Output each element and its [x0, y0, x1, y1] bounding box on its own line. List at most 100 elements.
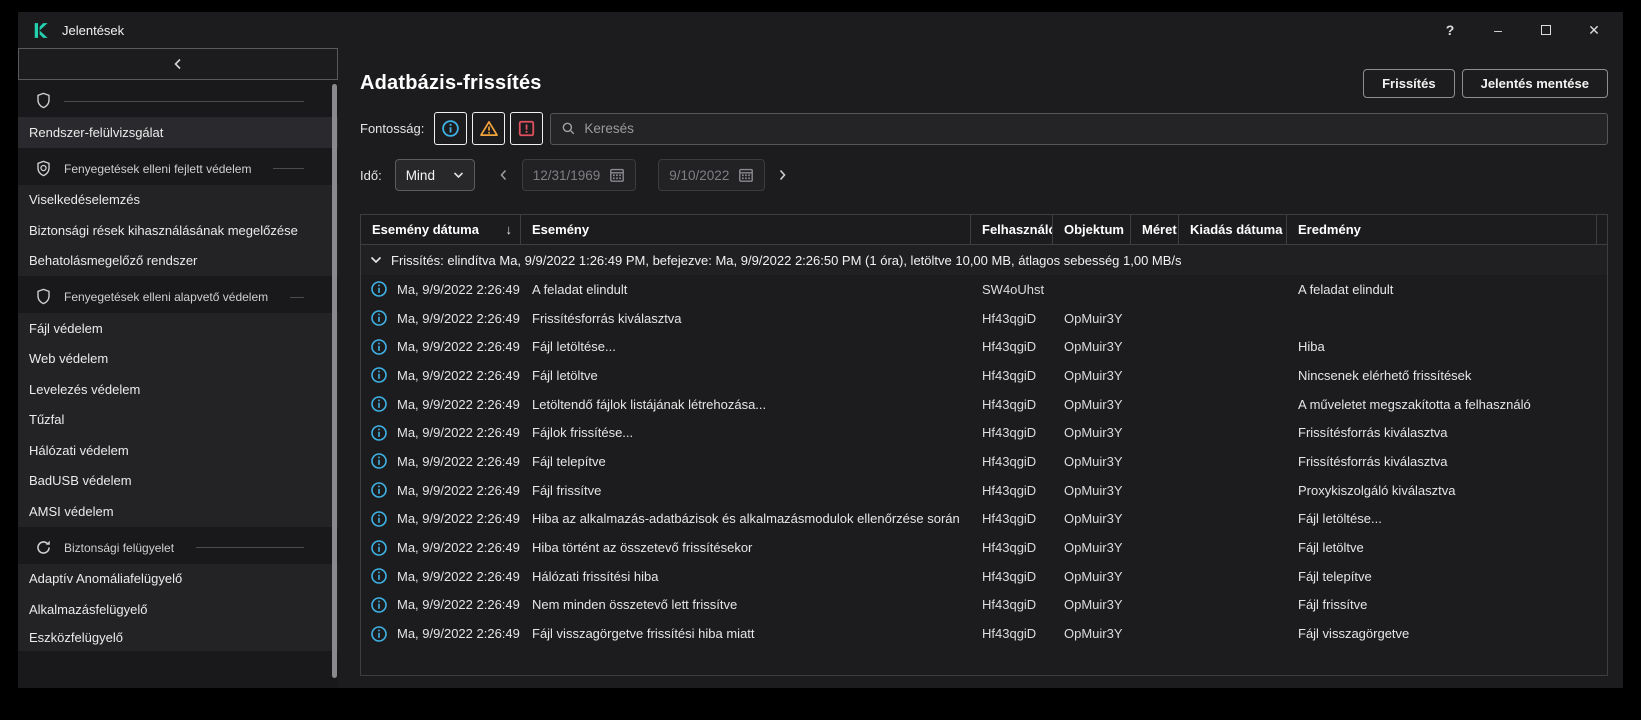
- table-row[interactable]: Ma, 9/9/2022 2:26:49 PMHiba az alkalmazá…: [361, 505, 1607, 534]
- next-period-button[interactable]: [778, 169, 787, 181]
- event-date-cell: Ma, 9/9/2022 2:26:49 PM: [361, 361, 521, 390]
- help-button[interactable]: ?: [1435, 17, 1465, 43]
- close-button[interactable]: ✕: [1579, 17, 1609, 43]
- table-header-row: Esemény dátuma↓EseményFelhasználóObjektu…: [361, 215, 1607, 245]
- sidebar-item[interactable]: Alkalmazásfelügyelő: [18, 594, 338, 625]
- table-row[interactable]: Ma, 9/9/2022 2:26:49 PMFájl letöltveHf43…: [361, 361, 1607, 390]
- sidebar-scrollbar[interactable]: [332, 84, 337, 678]
- maximize-button[interactable]: [1531, 17, 1561, 43]
- sidebar-section-label: Fenyegetések elleni alapvető védelem: [64, 290, 268, 304]
- table-row[interactable]: Ma, 9/9/2022 2:26:49 PMFájl letöltése...…: [361, 332, 1607, 361]
- table-row[interactable]: Ma, 9/9/2022 2:26:49 PMLetöltendő fájlok…: [361, 390, 1607, 419]
- size-value: [1131, 533, 1179, 562]
- table-row[interactable]: Ma, 9/9/2022 2:26:49 PMHiba történt az ö…: [361, 533, 1607, 562]
- events-table: Esemény dátuma↓EseményFelhasználóObjektu…: [360, 214, 1608, 676]
- table-row[interactable]: Ma, 9/9/2022 2:26:49 PMHálózati frissíté…: [361, 562, 1607, 591]
- result-value: Fájl telepítve: [1287, 562, 1597, 591]
- sidebar-item[interactable]: Fájl védelem: [18, 313, 338, 344]
- event-name: Letöltendő fájlok listájának létrehozása…: [521, 390, 971, 419]
- release-date-value: [1179, 447, 1287, 476]
- table-row[interactable]: Ma, 9/9/2022 2:26:49 PMNem minden összet…: [361, 591, 1607, 620]
- object-name: OpMuir3Y: [1053, 476, 1131, 505]
- info-icon: [370, 625, 388, 643]
- sidebar-item[interactable]: Behatolásmegelőző rendszer: [18, 246, 338, 277]
- column-header[interactable]: Felhasználó: [971, 215, 1053, 244]
- refresh-icon: [34, 539, 52, 557]
- calendar-icon: [738, 167, 754, 183]
- shield-icon: [34, 92, 52, 110]
- user-name: Hf43qgiD: [971, 332, 1053, 361]
- sidebar-item-group: Adaptív AnomáliafelügyelőAlkalmazásfelüg…: [18, 564, 338, 651]
- sidebar-item[interactable]: Web védelem: [18, 344, 338, 375]
- info-icon: [370, 395, 388, 413]
- chevron-down-icon[interactable]: [370, 256, 382, 264]
- column-header[interactable]: Kiadás dátuma: [1179, 215, 1287, 244]
- info-icon: [370, 481, 388, 499]
- table-row[interactable]: Ma, 9/9/2022 2:26:49 PMFájl frissítveHf4…: [361, 476, 1607, 505]
- column-header[interactable]: Esemény: [521, 215, 971, 244]
- date-from-field[interactable]: 12/31/1969: [522, 159, 637, 191]
- importance-filter-row: Fontosság:: [360, 112, 1608, 145]
- window-layout: Rendszer-felülvizsgálat Fenyegetések elle…: [18, 48, 1623, 688]
- sidebar-item[interactable]: Hálózati védelem: [18, 435, 338, 466]
- table-row[interactable]: Ma, 9/9/2022 2:26:49 PMFájl visszagörget…: [361, 619, 1607, 648]
- event-name: Hiba az alkalmazás-adatbázisok és alkalm…: [521, 505, 971, 534]
- release-date-value: [1179, 361, 1287, 390]
- chevron-down-icon: [453, 171, 464, 179]
- sidebar-item[interactable]: Rendszer-felülvizsgálat: [18, 117, 338, 148]
- previous-period-button[interactable]: [499, 169, 508, 181]
- minimize-button[interactable]: –: [1483, 17, 1513, 43]
- release-date-value: [1179, 418, 1287, 447]
- sidebar-item[interactable]: Adaptív Anomáliafelügyelő: [18, 564, 338, 595]
- sidebar-item[interactable]: Eszközfelügyelő: [18, 625, 338, 651]
- column-header-label: Esemény dátuma: [372, 222, 479, 237]
- date-to-field[interactable]: 9/10/2022: [658, 159, 765, 191]
- table-row[interactable]: Ma, 9/9/2022 2:26:49 PMA feladat elindul…: [361, 275, 1607, 304]
- titlebar: Jelentések ? – ✕: [18, 12, 1623, 48]
- save-report-button[interactable]: Jelentés mentése: [1462, 69, 1608, 98]
- time-range-dropdown[interactable]: Mind: [395, 159, 475, 191]
- search-input[interactable]: [584, 121, 1597, 136]
- table-group-row[interactable]: Frissítés: elindítva Ma, 9/9/2022 1:26:4…: [361, 245, 1607, 275]
- user-name: Hf43qgiD: [971, 361, 1053, 390]
- event-date-cell: Ma, 9/9/2022 2:26:49 PM: [361, 304, 521, 333]
- column-header[interactable]: Eredmény: [1287, 215, 1597, 244]
- importance-critical-toggle[interactable]: [510, 112, 543, 145]
- event-name: Fájl visszagörgetve frissítési hiba miat…: [521, 619, 971, 648]
- size-value: [1131, 418, 1179, 447]
- sidebar-section-header: Fenyegetések elleni alapvető védelem: [18, 281, 338, 313]
- size-value: [1131, 619, 1179, 648]
- sidebar-section-header: Biztonsági felügyelet: [18, 532, 338, 564]
- scrollbar-gutter-cell: [1597, 390, 1607, 419]
- sidebar-item[interactable]: Biztonsági rések kihasználásának megelőz…: [18, 215, 338, 246]
- main-header: Adatbázis-frissítés Frissítés Jelentés m…: [360, 68, 1608, 98]
- importance-warning-toggle[interactable]: [472, 112, 505, 145]
- sidebar-item[interactable]: Tűzfal: [18, 405, 338, 436]
- update-button[interactable]: Frissítés: [1363, 69, 1454, 98]
- table-row[interactable]: Ma, 9/9/2022 2:26:49 PMFájl telepítveHf4…: [361, 447, 1607, 476]
- event-name: Fájlok frissítése...: [521, 418, 971, 447]
- sidebar-item[interactable]: BadUSB védelem: [18, 466, 338, 497]
- table-row[interactable]: Ma, 9/9/2022 2:26:49 PMFrissítésforrás k…: [361, 304, 1607, 333]
- result-value: Fájl letöltése...: [1287, 505, 1597, 534]
- importance-info-toggle[interactable]: [434, 112, 467, 145]
- size-value: [1131, 304, 1179, 333]
- column-header[interactable]: Objektum: [1053, 215, 1131, 244]
- user-name: Hf43qgiD: [971, 619, 1053, 648]
- scrollbar-gutter-cell: [1597, 533, 1607, 562]
- sidebar-collapse-button[interactable]: [18, 48, 338, 80]
- column-header-label: Méret: [1142, 222, 1177, 237]
- column-header[interactable]: Esemény dátuma↓: [361, 215, 521, 244]
- table-row[interactable]: Ma, 9/9/2022 2:26:49 PMFájlok frissítése…: [361, 418, 1607, 447]
- release-date-value: [1179, 476, 1287, 505]
- event-date: Ma, 9/9/2022 2:26:49 PM: [397, 511, 521, 526]
- column-header[interactable]: Méret: [1131, 215, 1179, 244]
- user-name: Hf43qgiD: [971, 562, 1053, 591]
- sidebar-item[interactable]: Viselkedéselemzés: [18, 185, 338, 216]
- info-icon: [370, 510, 388, 528]
- result-value: A feladat elindult: [1287, 275, 1597, 304]
- object-name: OpMuir3Y: [1053, 533, 1131, 562]
- sidebar-item[interactable]: Levelezés védelem: [18, 374, 338, 405]
- object-name: OpMuir3Y: [1053, 332, 1131, 361]
- sidebar-item[interactable]: AMSI védelem: [18, 496, 338, 527]
